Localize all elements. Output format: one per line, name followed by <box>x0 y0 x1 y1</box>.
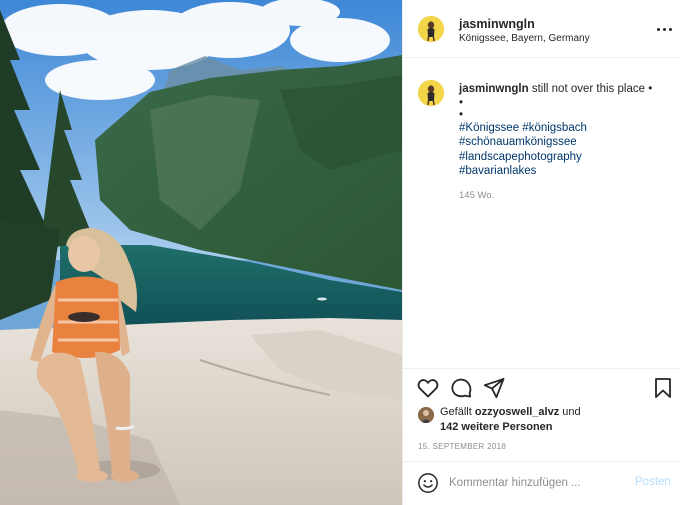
hashtag-link[interactable]: #Königssee #königsbach <box>459 121 671 136</box>
post-username[interactable]: jasminwngln <box>459 17 535 31</box>
caption-bullet: • <box>459 108 464 121</box>
comment-bubble-icon[interactable] <box>449 376 473 400</box>
caption-username[interactable]: jasminwngln <box>459 83 529 95</box>
hashtag-link[interactable]: #landscapephotography <box>459 150 671 165</box>
post-actions: Gefällt ozzyoswell_alvz und 142 weitere … <box>403 368 680 460</box>
avatar[interactable] <box>418 80 444 106</box>
post-side-panel: jasminwngln Königssee, Bayern, Germany j… <box>402 0 680 505</box>
hashtag-link[interactable]: #bavarianlakes <box>459 164 671 179</box>
paper-plane-icon[interactable] <box>482 376 506 400</box>
post-comment-button[interactable]: Posten <box>635 476 671 488</box>
smiley-icon[interactable] <box>417 472 439 494</box>
caption-text: still not over this place • <box>531 83 653 95</box>
likes-prefix: Gefällt <box>440 406 472 418</box>
post-header: jasminwngln Königssee, Bayern, Germany <box>403 0 680 58</box>
heart-icon[interactable] <box>416 376 440 400</box>
post-caption: jasminwngln still not over this place • … <box>459 82 671 203</box>
caption-area: jasminwngln still not over this place • … <box>403 58 680 368</box>
post-location[interactable]: Königssee, Bayern, Germany <box>459 33 590 44</box>
post-photo[interactable] <box>0 0 402 505</box>
likes-suffix: und <box>562 406 581 418</box>
caption-bullet: • <box>459 96 464 109</box>
liker-avatar[interactable] <box>418 407 434 423</box>
more-horizontal-icon[interactable] <box>657 22 673 38</box>
comment-input[interactable] <box>449 473 629 493</box>
hashtag-link[interactable]: #schönauamkönigssee <box>459 135 671 150</box>
avatar[interactable] <box>418 16 444 42</box>
comment-bar: Posten <box>403 461 680 505</box>
likes-others-link[interactable]: 142 weitere Personen <box>440 420 553 435</box>
caption-age[interactable]: 145 Wo. <box>459 189 671 204</box>
liker-username[interactable]: ozzyoswell_alvz <box>475 406 559 418</box>
bookmark-icon[interactable] <box>651 376 675 400</box>
likes-line: Gefällt ozzyoswell_alvz und <box>440 405 581 420</box>
post-date[interactable]: 15. SEPTEMBER 2018 <box>418 442 506 451</box>
